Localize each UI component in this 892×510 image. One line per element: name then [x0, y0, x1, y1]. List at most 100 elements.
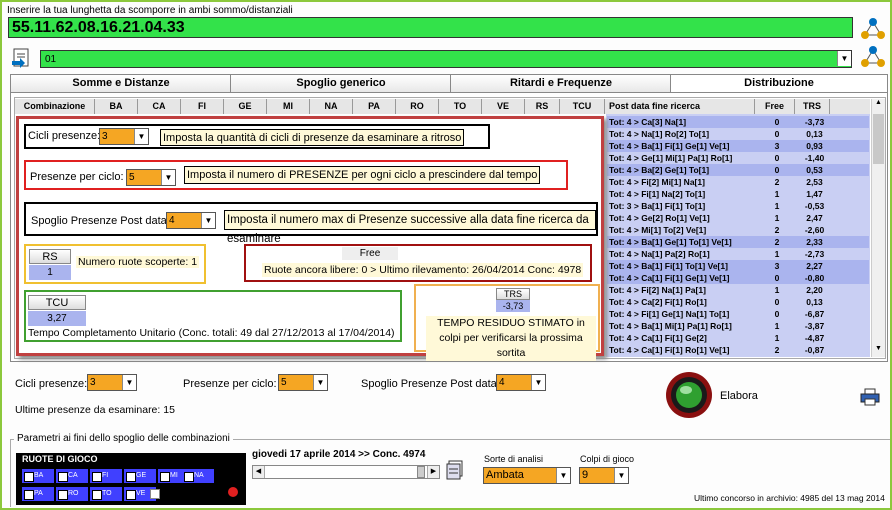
- col-header[interactable]: Combinazione: [15, 99, 95, 114]
- rs-button[interactable]: RS: [29, 249, 71, 264]
- presenze-per-ciclo-combo[interactable]: 5 ▼: [278, 374, 328, 391]
- printer-icon[interactable]: [860, 388, 880, 406]
- spoglio-post-data-combo[interactable]: 4 ▼: [496, 374, 546, 391]
- table-row[interactable]: Tot: 4 > Fi[2] Na[1] Pa[1] 1 2,20: [607, 284, 869, 296]
- col-header[interactable]: RO: [396, 99, 439, 114]
- ruota-checkbox[interactable]: NA: [182, 469, 214, 483]
- slider-left-icon[interactable]: ◀: [253, 466, 265, 478]
- chevron-down-icon[interactable]: ▼: [134, 129, 148, 144]
- table-row[interactable]: Tot: 4 > Ba[1] Fi[1] Ge[1] Ve[1] 3 0,93: [607, 140, 869, 152]
- col-header[interactable]: BA: [95, 99, 138, 114]
- col-header[interactable]: TRS: [795, 99, 830, 114]
- table-row[interactable]: Tot: 4 > Ca[1] Fi[1] Ge[2] 1 -4,87: [607, 332, 869, 344]
- row-combination: Tot: 4 > Mi[1] To[2] Ve[1]: [609, 225, 707, 235]
- row-free: 3: [774, 261, 780, 271]
- presenze-value: 5: [129, 172, 135, 183]
- table-row[interactable]: Tot: 4 > Fi[1] Ge[1] Na[1] To[1] 0 -6,87: [607, 308, 869, 320]
- ruota-checkbox[interactable]: CA: [56, 469, 88, 483]
- tab-ritardi-frequenze[interactable]: Ritardi e Frequenze: [450, 74, 672, 92]
- tab-spoglio-generico[interactable]: Spoglio generico: [230, 74, 452, 92]
- network-icon[interactable]: [858, 16, 888, 42]
- clear-icon[interactable]: [228, 487, 238, 497]
- scroll-thumb[interactable]: [873, 114, 884, 164]
- ruota-checkbox[interactable]: RO: [56, 487, 88, 501]
- col-header[interactable]: VE: [482, 99, 525, 114]
- ruota-checkbox[interactable]: BA: [22, 469, 54, 483]
- table-row[interactable]: Tot: 3 > Ba[1] Fi[1] To[1] 1 -0,53: [607, 200, 869, 212]
- table-row[interactable]: Tot: 4 > Ba[1] Fi[1] To[1] Ve[1] 3 2,27: [607, 260, 869, 272]
- col-header[interactable]: GE: [224, 99, 267, 114]
- table-row[interactable]: Tot: 4 > Ca[1] Fi[1] Ge[1] Ve[1] 0 -0,80: [607, 272, 869, 284]
- date-label: giovedi 17 aprile 2014 >> Conc. 4974: [252, 449, 426, 460]
- chevron-down-icon[interactable]: ▼: [837, 51, 851, 66]
- selection-combo[interactable]: 01 ▼: [40, 50, 852, 68]
- col-header[interactable]: TO: [439, 99, 482, 114]
- ruota-checkbox[interactable]: PA: [22, 487, 54, 501]
- sorte-combo[interactable]: Ambata ▼: [483, 467, 571, 484]
- table-row[interactable]: Tot: 4 > Na[1] Pa[2] Ro[1] 1 -2,73: [607, 248, 869, 260]
- table-row[interactable]: Tot: 4 > Ba[1] Ge[1] To[1] Ve[1] 2 2,33: [607, 236, 869, 248]
- col-header[interactable]: Post data fine ricerca: [605, 99, 755, 114]
- table-row[interactable]: Tot: 4 > Ca[1] Fi[1] Ro[1] Ve[1] 2 -0,87: [607, 344, 869, 356]
- scroll-up-icon[interactable]: ▲: [872, 99, 885, 111]
- row-combination: Tot: 4 > Ca[1] Fi[1] Ro[1] Ve[1]: [609, 345, 730, 355]
- ruota-checkbox[interactable]: FI: [90, 469, 122, 483]
- table-row[interactable]: Tot: 4 > Mi[1] To[2] Ve[1] 2 -2,60: [607, 224, 869, 236]
- row-free: 2: [774, 237, 780, 247]
- chevron-down-icon[interactable]: ▼: [531, 375, 545, 390]
- chevron-down-icon[interactable]: ▼: [614, 468, 628, 483]
- row-combination: Tot: 4 > Ba[1] Mi[1] Pa[1] Ro[1]: [609, 321, 732, 331]
- table-row[interactable]: Tot: 4 > Fi[1] Na[2] To[1] 1 1,47: [607, 188, 869, 200]
- table-row[interactable]: Tot: 4 > Ca[2] Fi[1] Ro[1] 0 0,13: [607, 296, 869, 308]
- ruota-checkbox[interactable]: TO: [90, 487, 122, 501]
- col-header[interactable]: CA: [138, 99, 181, 114]
- table-row[interactable]: Tot: 4 > Na[1] Ro[2] To[1] 0 0,13: [607, 128, 869, 140]
- table-row[interactable]: Tot: 4 > Ge[2] Ro[1] Ve[1] 1 2,47: [607, 212, 869, 224]
- chevron-down-icon[interactable]: ▼: [556, 468, 570, 483]
- tcu-hint: Tempo Completamento Unitario (Conc. tota…: [28, 327, 395, 339]
- vertical-scrollbar[interactable]: ▲ ▼: [871, 99, 885, 357]
- calendar-icon[interactable]: [446, 460, 464, 480]
- scroll-down-icon[interactable]: ▼: [872, 345, 885, 357]
- chevron-down-icon[interactable]: ▼: [161, 170, 175, 185]
- slider-thumb[interactable]: [417, 466, 425, 478]
- col-header[interactable]: RS: [525, 99, 560, 114]
- col-header[interactable]: Free: [755, 99, 795, 114]
- overlay-presenze-combo[interactable]: 5 ▼: [126, 169, 176, 186]
- all-ruote-checkbox[interactable]: [150, 489, 160, 499]
- tcu-button[interactable]: TCU: [28, 295, 86, 310]
- chevron-down-icon[interactable]: ▼: [313, 375, 327, 390]
- overlay-spoglio-combo[interactable]: 4 ▼: [166, 212, 216, 229]
- trs-button[interactable]: TRS: [496, 288, 530, 300]
- colpi-value: 9: [582, 469, 589, 481]
- colpi-combo[interactable]: 9 ▼: [579, 467, 629, 484]
- cicli-presenze-combo[interactable]: 3 ▼: [87, 374, 137, 391]
- tab-distribuzione[interactable]: Distribuzione: [670, 74, 888, 94]
- elabora-button-label[interactable]: Elabora: [720, 390, 758, 402]
- col-header[interactable]: TCU: [560, 99, 605, 114]
- overlay-cicli-combo[interactable]: 3 ▼: [99, 128, 149, 145]
- date-slider[interactable]: ◀ ▶: [252, 465, 440, 479]
- table-row[interactable]: Tot: 4 > Ge[1] Mi[1] Pa[1] Ro[1] 0 -1,40: [607, 152, 869, 164]
- slider-right-icon[interactable]: ▶: [427, 466, 439, 478]
- col-header[interactable]: FI: [181, 99, 224, 114]
- table-row[interactable]: Tot: 4 > Ba[1] Mi[1] Pa[1] Ro[1] 1 -3,87: [607, 320, 869, 332]
- chevron-down-icon[interactable]: ▼: [201, 213, 215, 228]
- col-header[interactable]: NA: [310, 99, 353, 114]
- table-row[interactable]: Tot: 4 > Ca[3] Na[1] 0 -3,73: [607, 116, 869, 128]
- col-header[interactable]: MI: [267, 99, 310, 114]
- lunghetta-input[interactable]: 55.11.62.08.16.21.04.33: [8, 17, 853, 38]
- table-row[interactable]: Tot: 4 > Ba[2] Ge[1] To[1] 0 0,53: [607, 164, 869, 176]
- presenze-per-ciclo-label: Presenze per ciclo:: [183, 378, 277, 390]
- document-icon[interactable]: [10, 47, 32, 69]
- row-free: 2: [774, 225, 780, 235]
- chevron-down-icon[interactable]: ▼: [122, 375, 136, 390]
- ruota-checkbox[interactable]: GE: [124, 469, 156, 483]
- table-row[interactable]: Tot: 4 > Fi[2] Mi[1] Na[1] 2 2,53: [607, 176, 869, 188]
- elabora-icon[interactable]: [664, 370, 714, 420]
- row-trs: -3,87: [804, 321, 825, 331]
- row-free: 1: [774, 213, 780, 223]
- network-icon[interactable]: [858, 44, 888, 70]
- col-header[interactable]: PA: [353, 99, 396, 114]
- tab-somme-distanze[interactable]: Somme e Distanze: [10, 74, 232, 92]
